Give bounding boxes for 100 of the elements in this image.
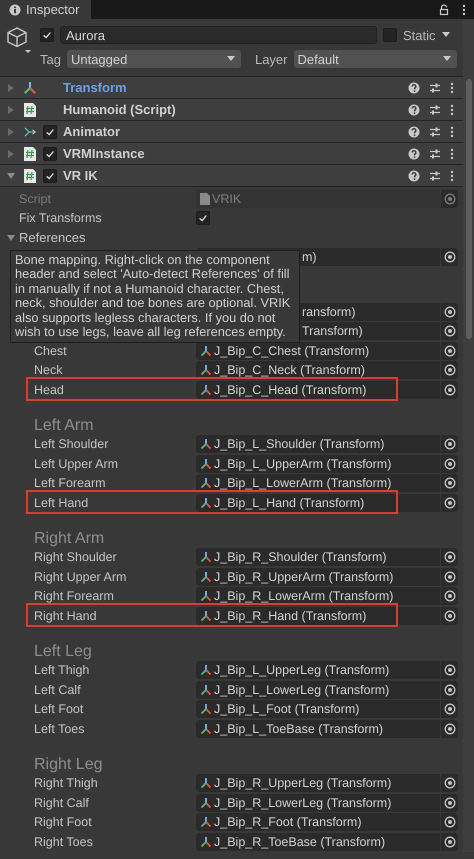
object-field[interactable]: J_Bip_L_Foot (Transform) <box>196 700 440 718</box>
target-icon <box>444 777 456 790</box>
object-field[interactable]: J_Bip_R_Hand (Transform) <box>196 606 440 625</box>
object-picker-button[interactable] <box>440 813 458 832</box>
field-label: Right Thigh <box>34 776 99 790</box>
component-header[interactable]: Humanoid (Script) <box>0 99 463 121</box>
object-picker-button[interactable] <box>440 720 458 738</box>
object-picker-button[interactable] <box>440 494 458 512</box>
more-icon[interactable] <box>450 170 454 182</box>
component-header[interactable]: Animator <box>0 121 463 143</box>
more-icon[interactable] <box>450 104 454 116</box>
help-icon[interactable] <box>408 170 420 182</box>
transform-icon <box>200 610 212 622</box>
field-label: Right Hand <box>34 608 98 623</box>
object-field[interactable]: J_Bip_L_UpperLeg (Transform) <box>196 661 440 680</box>
object-field[interactable]: J_Bip_L_ToeBase (Transform) <box>196 720 440 738</box>
object-field[interactable]: J_Bip_R_Foot (Transform) <box>196 813 440 832</box>
object-picker-button[interactable] <box>440 454 458 473</box>
object-field[interactable]: J_Bip_L_Hand (Transform) <box>196 494 440 512</box>
enabled-checkbox[interactable] <box>43 124 57 138</box>
help-icon[interactable] <box>408 82 420 94</box>
help-icon[interactable] <box>408 126 420 138</box>
lock-icon[interactable] <box>438 4 450 16</box>
object-picker-button[interactable] <box>440 606 458 625</box>
object-field[interactable]: J_Bip_L_UpperArm (Transform) <box>196 454 440 473</box>
object-field[interactable]: J_Bip_C_Neck (Transform) <box>196 361 440 380</box>
component-header[interactable]: VR IK <box>0 165 463 187</box>
object-picker-button[interactable] <box>440 774 458 792</box>
settings-icon[interactable] <box>429 170 441 182</box>
more-icon[interactable] <box>462 4 466 16</box>
transform-icon <box>200 344 212 357</box>
object-picker-button[interactable] <box>440 361 458 380</box>
target-icon <box>444 796 456 809</box>
object-picker-button[interactable] <box>440 568 458 586</box>
settings-icon[interactable] <box>429 82 441 94</box>
field-label: Right Upper Arm <box>34 570 128 584</box>
object-field[interactable]: J_Bip_R_Shoulder (Transform) <box>196 548 440 566</box>
target-icon <box>444 703 456 716</box>
script-file-icon <box>200 192 210 205</box>
check-icon <box>45 126 55 136</box>
object-picker-button[interactable] <box>440 248 458 266</box>
name-field[interactable]: Aurora <box>60 26 377 44</box>
object-picker-button[interactable] <box>440 190 458 208</box>
static-checkbox[interactable] <box>383 28 397 42</box>
object-field[interactable]: J_Bip_L_Shoulder (Transform) <box>196 435 440 454</box>
object-picker-button[interactable] <box>440 548 458 566</box>
object-picker-button[interactable] <box>440 342 458 360</box>
help-icon[interactable] <box>408 148 420 160</box>
object-picker-button[interactable] <box>440 794 458 812</box>
dropdown-arrow-icon[interactable] <box>442 32 450 38</box>
object-field[interactable]: J_Bip_C_Chest (Transform) <box>196 342 440 360</box>
object-picker-button[interactable] <box>440 474 458 492</box>
tag-dropdown[interactable]: Untagged <box>66 50 241 68</box>
object-picker-button[interactable] <box>440 587 458 606</box>
expanded-triangle-icon[interactable] <box>7 234 15 242</box>
more-icon[interactable] <box>450 82 454 94</box>
object-picker-button[interactable] <box>440 661 458 680</box>
component-header[interactable]: VRMInstance <box>0 143 463 165</box>
inspector-tab[interactable]: Inspector <box>0 0 92 19</box>
object-picker-button[interactable] <box>440 322 458 340</box>
settings-icon[interactable] <box>429 104 441 116</box>
transform-icon <box>200 722 212 735</box>
settings-icon[interactable] <box>429 148 441 160</box>
object-field[interactable]: J_Bip_R_LowerArm (Transform) <box>196 587 440 606</box>
enabled-checkbox[interactable] <box>43 168 57 182</box>
active-checkbox[interactable] <box>40 28 54 42</box>
expanded-triangle-icon[interactable] <box>7 172 15 180</box>
settings-icon[interactable] <box>429 126 441 138</box>
script-label: Script <box>19 192 52 206</box>
object-field[interactable]: J_Bip_C_Head (Transform) <box>196 380 440 399</box>
enabled-checkbox[interactable] <box>43 146 57 160</box>
target-icon <box>444 590 456 602</box>
section-heading: Left Leg <box>33 642 93 660</box>
scrollbar-thumb[interactable] <box>466 79 472 339</box>
target-icon <box>444 438 456 450</box>
object-picker-button[interactable] <box>440 380 458 399</box>
more-icon[interactable] <box>450 148 454 160</box>
fix-transforms-checkbox[interactable] <box>196 211 210 226</box>
cube-icon[interactable] <box>6 26 32 56</box>
object-picker-button[interactable] <box>440 302 458 321</box>
object-picker-button[interactable] <box>440 700 458 718</box>
component-header[interactable]: Transform <box>0 77 463 99</box>
object-picker-button[interactable] <box>440 680 458 699</box>
object-field[interactable]: J_Bip_L_LowerLeg (Transform) <box>196 680 440 699</box>
field-label: Left Upper Arm <box>34 456 120 471</box>
dropdown-arrow-icon <box>442 56 450 62</box>
component-name: VRMInstance <box>63 146 146 161</box>
object-picker-button[interactable] <box>440 435 458 454</box>
more-icon[interactable] <box>450 126 454 138</box>
object-field[interactable]: J_Bip_R_LowerLeg (Transform) <box>196 794 440 812</box>
check-icon <box>45 148 55 158</box>
object-field[interactable]: J_Bip_L_LowerArm (Transform) <box>196 474 440 492</box>
object-field[interactable]: J_Bip_R_UpperLeg (Transform) <box>196 774 440 792</box>
help-icon[interactable] <box>408 104 420 116</box>
object-picker-button[interactable] <box>440 832 458 851</box>
references-foldout[interactable]: References <box>19 230 86 246</box>
object-field[interactable]: J_Bip_R_UpperArm (Transform) <box>196 568 440 586</box>
layer-dropdown[interactable]: Default <box>294 50 456 68</box>
object-field[interactable]: J_Bip_R_ToeBase (Transform) <box>196 832 440 851</box>
transform-icon <box>200 590 212 602</box>
